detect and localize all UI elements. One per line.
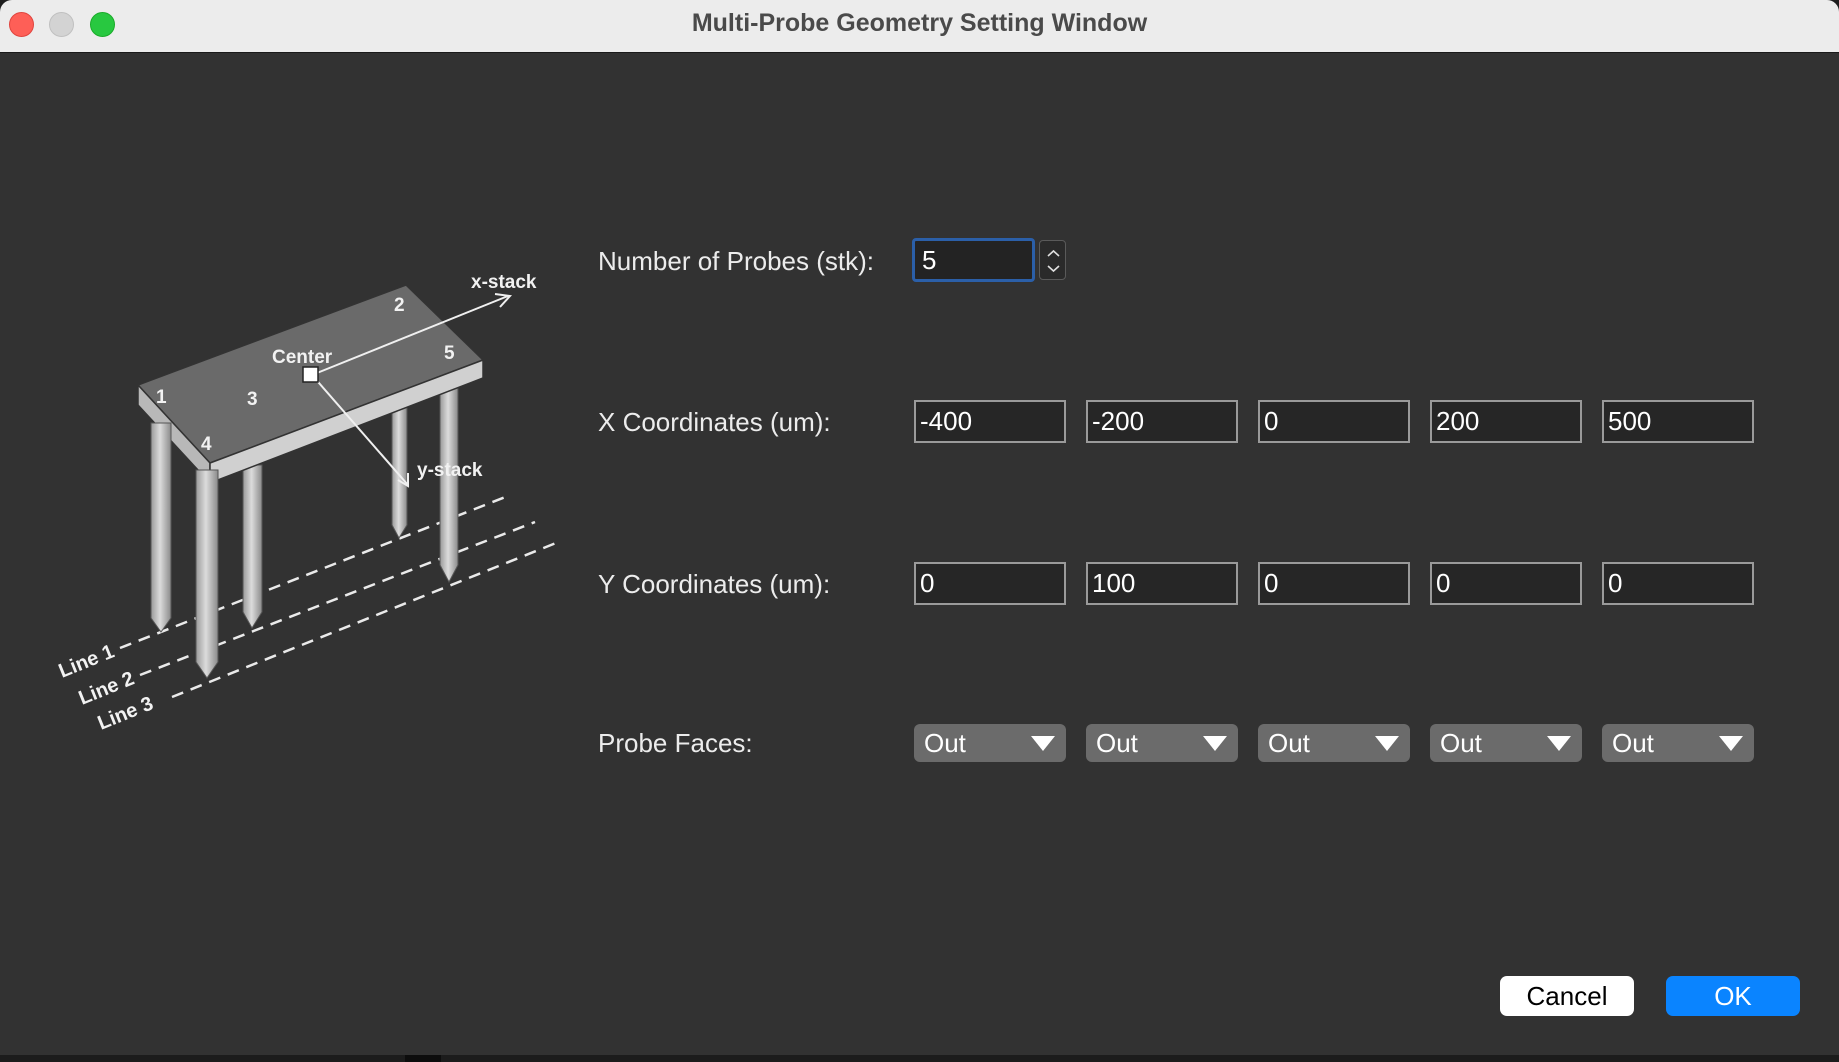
cancel-button[interactable]: Cancel <box>1500 976 1634 1016</box>
probe-faces-label: Probe Faces: <box>598 728 753 758</box>
probe-label-3: 3 <box>247 389 258 410</box>
probe-face-select-2[interactable]: Out <box>1086 724 1238 762</box>
probe-leg-5 <box>439 384 459 584</box>
y-coordinates-label: Y Coordinates (um): <box>598 569 831 599</box>
probe-leg-3 <box>242 464 263 629</box>
probe-face-value: Out <box>1268 728 1310 758</box>
chevron-down-icon <box>1047 265 1060 273</box>
probe-face-value: Out <box>1612 728 1654 758</box>
x-coordinate-field-1[interactable]: -400 <box>914 400 1066 443</box>
num-probes-label: Number of Probes (stk): <box>598 246 874 276</box>
y-stack-label: y-stack <box>417 460 483 481</box>
num-probes-stepper[interactable] <box>1039 240 1066 280</box>
triangle-down-icon <box>1547 736 1571 751</box>
center-marker <box>302 366 319 383</box>
x-stack-label: x-stack <box>471 272 537 293</box>
ok-button[interactable]: OK <box>1666 976 1800 1016</box>
probe-label-2: 2 <box>394 295 405 316</box>
window-title: Multi-Probe Geometry Setting Window <box>691 9 1148 37</box>
probe-leg-2 <box>391 404 408 540</box>
title-bar: Multi-Probe Geometry Setting Window <box>0 0 1839 53</box>
probe-label-1: 1 <box>156 387 167 408</box>
y-coordinate-field-4[interactable]: 0 <box>1430 562 1582 605</box>
probe-leg-4 <box>195 469 219 679</box>
y-coordinate-field-5[interactable]: 0 <box>1602 562 1754 605</box>
chevron-up-icon <box>1047 249 1060 257</box>
triangle-down-icon <box>1031 736 1055 751</box>
dialog-window: Multi-Probe Geometry Setting Window x-st… <box>0 0 1839 1055</box>
y-coordinate-field-3[interactable]: 0 <box>1258 562 1410 605</box>
probe-face-value: Out <box>924 728 966 758</box>
center-label: Center <box>272 347 333 368</box>
probe-face-select-4[interactable]: Out <box>1430 724 1582 762</box>
y-coordinate-field-2[interactable]: 100 <box>1086 562 1238 605</box>
probe-leg-1 <box>150 422 172 633</box>
probe-geometry-diagram: x-stack y-stack Center 1 2 3 4 5 Line 1 … <box>56 272 557 735</box>
probe-label-5: 5 <box>444 343 455 364</box>
x-coordinate-field-5[interactable]: 500 <box>1602 400 1754 443</box>
triangle-down-icon <box>1375 736 1399 751</box>
num-probes-input[interactable]: 5 <box>912 238 1035 282</box>
triangle-down-icon <box>1203 736 1227 751</box>
probe-label-4: 4 <box>201 434 212 455</box>
probe-face-select-3[interactable]: Out <box>1258 724 1410 762</box>
x-coordinate-field-4[interactable]: 200 <box>1430 400 1582 443</box>
probe-face-select-1[interactable]: Out <box>914 724 1066 762</box>
desktop-strip-segment <box>405 1055 441 1062</box>
triangle-down-icon <box>1719 736 1743 751</box>
line-3-dashed <box>171 541 557 699</box>
probe-face-value: Out <box>1096 728 1138 758</box>
x-coordinate-field-3[interactable]: 0 <box>1258 400 1410 443</box>
x-coordinates-label: X Coordinates (um): <box>598 407 831 437</box>
x-coordinate-field-2[interactable]: -200 <box>1086 400 1238 443</box>
y-coordinate-field-1[interactable]: 0 <box>914 562 1066 605</box>
desktop-strip <box>0 1055 1839 1062</box>
probe-face-select-5[interactable]: Out <box>1602 724 1754 762</box>
probe-face-value: Out <box>1440 728 1482 758</box>
